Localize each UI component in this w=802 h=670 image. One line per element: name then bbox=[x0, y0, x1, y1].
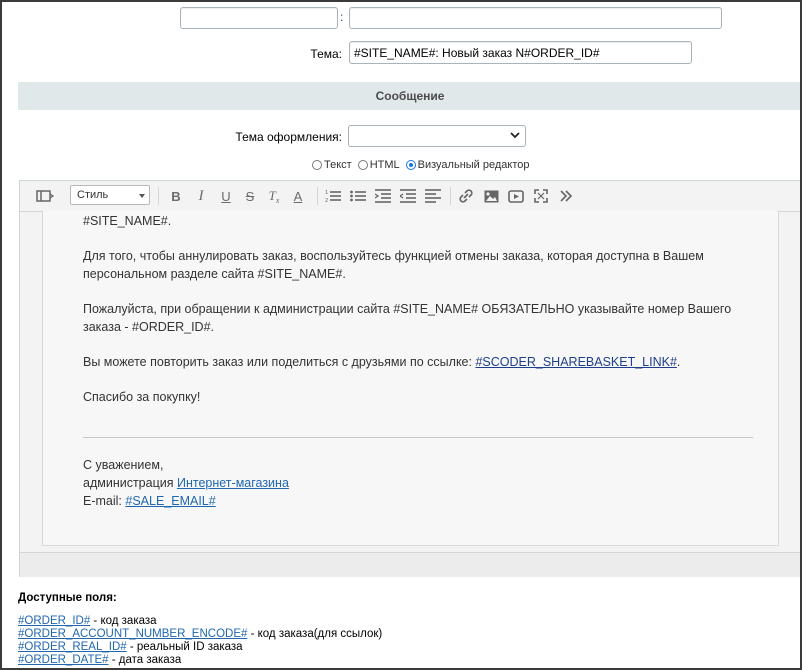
theme-input[interactable]: #SITE_NAME#: Новый заказ N#ORDER_ID# bbox=[349, 41, 692, 64]
chevron-down-icon bbox=[139, 194, 145, 198]
radio-text-label: Текст bbox=[324, 159, 352, 171]
style-select[interactable]: Стиль bbox=[70, 185, 150, 205]
available-fields: Доступные поля: #ORDER_ID# - код заказа … bbox=[18, 592, 382, 667]
available-fields-title: Доступные поля: bbox=[18, 592, 117, 604]
svg-text:2: 2 bbox=[325, 198, 328, 203]
unordered-list-icon[interactable] bbox=[349, 188, 367, 204]
radio-html-label: HTML bbox=[369, 159, 400, 171]
field-desc: - код заказа bbox=[90, 615, 157, 627]
field-separator: : bbox=[340, 10, 344, 24]
ordered-list-icon[interactable]: 12 bbox=[324, 188, 342, 204]
field-code-link[interactable]: #ORDER_ACCOUNT_NUMBER_ENCODE# bbox=[18, 628, 247, 640]
body-share-end: . bbox=[676, 355, 681, 369]
radio-circle[interactable] bbox=[312, 160, 322, 170]
editor-statusbar bbox=[20, 552, 800, 577]
body-admin-text: администрация bbox=[83, 476, 177, 490]
theme-label: Тема: bbox=[310, 47, 342, 61]
format-radio-group: Текст HTML Визуальный редактор bbox=[312, 159, 536, 171]
radio-circle-checked[interactable] bbox=[405, 160, 416, 170]
body-email-label: E-mail: bbox=[83, 494, 126, 508]
field-row: #ORDER_DATE# - дата заказа bbox=[18, 654, 382, 667]
indent-icon[interactable] bbox=[399, 188, 417, 204]
from-field-2[interactable] bbox=[349, 7, 722, 29]
window-frame: : Тема: #SITE_NAME#: Новый заказ N#ORDER… bbox=[0, 0, 802, 670]
video-icon[interactable] bbox=[507, 188, 525, 204]
body-cancel-line2: персональном разделе сайта #SITE_NAME#. bbox=[83, 267, 346, 281]
remove-format-icon[interactable]: Tx bbox=[266, 188, 282, 205]
sharebasket-link[interactable]: #SCODER_SHAREBASKET_LINK# bbox=[475, 355, 676, 369]
image-icon[interactable] bbox=[482, 188, 500, 204]
field-row: #ORDER_ID# - код заказа bbox=[18, 615, 382, 628]
body-cancel-line1: Для того, чтобы аннулировать заказ, восп… bbox=[83, 249, 704, 263]
text-color-icon[interactable]: A bbox=[290, 188, 306, 204]
bold-icon[interactable]: B bbox=[168, 188, 184, 204]
field-desc: - код заказа(для ссылок) bbox=[247, 628, 383, 640]
design-theme-select[interactable] bbox=[348, 125, 526, 147]
theme-input-value: #SITE_NAME#: Новый заказ N#ORDER_ID# bbox=[354, 46, 600, 60]
more-icon[interactable] bbox=[557, 188, 575, 204]
fullscreen-icon[interactable] bbox=[532, 188, 550, 204]
radio-html[interactable]: HTML bbox=[357, 159, 400, 171]
field-code-link[interactable]: #ORDER_ID# bbox=[18, 615, 90, 627]
shop-link[interactable]: Интернет-магазина bbox=[177, 476, 289, 490]
source-toggle-icon[interactable] bbox=[35, 188, 55, 204]
field-code-link[interactable]: #ORDER_REAL_ID# bbox=[18, 641, 127, 653]
toolbar-divider bbox=[317, 187, 318, 205]
from-field-1[interactable] bbox=[180, 7, 338, 29]
horizontal-rule bbox=[83, 437, 753, 438]
body-thanks: Спасибо за покупку! bbox=[83, 390, 201, 404]
body-site-name: #SITE_NAME#. bbox=[83, 214, 172, 228]
field-code-link[interactable]: #ORDER_DATE# bbox=[18, 654, 109, 666]
align-left-icon[interactable] bbox=[424, 188, 442, 204]
field-row: #ORDER_ACCOUNT_NUMBER_ENCODE# - код зака… bbox=[18, 628, 382, 641]
field-desc: - реальный ID заказа bbox=[126, 641, 243, 653]
toolbar-divider bbox=[158, 187, 159, 205]
body-email-line: E-mail: #SALE_EMAIL# bbox=[83, 493, 216, 510]
chevron-down-icon bbox=[510, 132, 520, 139]
style-select-value: Стиль bbox=[77, 189, 109, 201]
svg-text:1: 1 bbox=[325, 190, 328, 196]
toolbar-divider bbox=[450, 187, 451, 205]
editor-toolbar: Стиль B I U S Tx A 12 bbox=[20, 181, 800, 212]
field-row: #ORDER_REAL_ID# - реальный ID заказа bbox=[18, 641, 382, 654]
body-admin-line: администрация Интернет-магазина bbox=[83, 475, 289, 492]
italic-icon[interactable]: I bbox=[193, 188, 209, 204]
body-contact-line2: заказа - #ORDER_ID#. bbox=[83, 320, 214, 334]
section-header-message: Сообщение bbox=[18, 82, 800, 110]
body-share-line: Вы можете повторить заказ или поделиться… bbox=[83, 354, 680, 371]
radio-visual-editor-label: Визуальный редактор bbox=[417, 159, 530, 171]
body-regards: С уважением, bbox=[83, 458, 164, 472]
radio-visual-editor[interactable]: Визуальный редактор bbox=[405, 159, 530, 171]
editor-content[interactable]: #SITE_NAME#. Для того, чтобы аннулироват… bbox=[42, 211, 779, 546]
design-theme-label: Тема оформления: bbox=[235, 130, 342, 144]
outdent-icon[interactable] bbox=[374, 188, 392, 204]
body-contact-line1: Пожалуйста, при обращении к администраци… bbox=[83, 302, 732, 316]
sale-email-link[interactable]: #SALE_EMAIL# bbox=[125, 494, 215, 508]
radio-circle[interactable] bbox=[357, 160, 368, 170]
field-desc: - дата заказа bbox=[108, 654, 182, 666]
visual-editor: Стиль B I U S Tx A 12 #SITE_NAME#. Для т… bbox=[19, 180, 800, 577]
underline-icon[interactable]: U bbox=[218, 188, 234, 204]
radio-text[interactable]: Текст bbox=[312, 159, 352, 171]
strikethrough-icon[interactable]: S bbox=[242, 188, 258, 204]
body-share-text: Вы можете повторить заказ или поделиться… bbox=[83, 355, 476, 369]
link-icon[interactable] bbox=[457, 188, 475, 204]
